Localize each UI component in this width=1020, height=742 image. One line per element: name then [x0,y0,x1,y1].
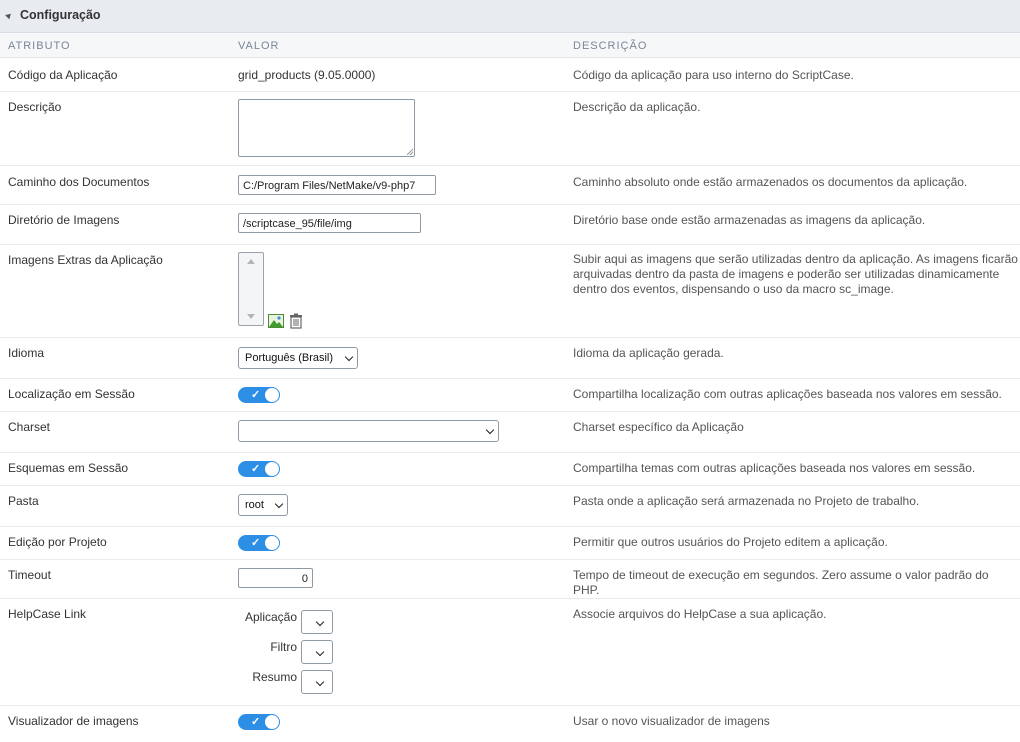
desc-descricao: Descrição da aplicação. [573,100,701,114]
helpcase-resumo-select[interactable] [301,670,333,694]
row-diretorio: Diretório de Imagens /scriptcase_95/file… [0,205,1020,245]
row-caminho: Caminho dos Documentos C:/Program Files/… [0,166,1020,205]
scroll-up-icon[interactable] [247,259,255,264]
desc-visualizador: Usar o novo visualizador de imagens [573,714,770,728]
desc-codigo: Código da aplicação para uso interno do … [573,68,854,82]
chevron-down-icon [274,499,284,509]
checkmark-icon: ✓ [251,537,261,549]
desc-idioma: Idioma da aplicação gerada. [573,346,724,360]
checkmark-icon: ✓ [251,463,261,475]
column-description: DESCRIÇÃO [573,40,648,52]
helpcase-filtro-select[interactable] [301,640,333,664]
chevron-down-icon [315,647,325,657]
row-charset: Charset Charset específico da Aplicação [0,412,1020,453]
desc-caminho: Caminho absoluto onde estão armazenados … [573,175,968,189]
label-charset: Charset [8,420,51,434]
row-localizacao: Localização em Sessão ✓ Compartilha loca… [0,379,1020,412]
helpcase-aplicacao-label: Aplicação [244,610,297,624]
row-edicao: Edição por Projeto ✓ Permitir que outros… [0,527,1020,560]
desc-helpcase: Associe arquivos do HelpCase a sua aplic… [573,607,827,621]
row-pasta: Pasta root Pasta onde a aplicação será a… [0,486,1020,527]
toggle-knob [265,536,279,550]
pasta-select[interactable]: root [238,494,288,516]
label-caminho: Caminho dos Documentos [8,175,150,189]
desc-edicao: Permitir que outros usuários do Projeto … [573,535,888,549]
chevron-down-icon [485,425,495,435]
label-visualizador: Visualizador de imagens [8,714,139,728]
label-esquemas: Esquemas em Sessão [8,461,129,475]
esquemas-toggle[interactable]: ✓ [238,461,280,477]
desc-imagens-line2: arquivadas dentro da pasta de imagens e … [573,267,1000,281]
section-header[interactable]: Configuração [0,0,1020,33]
image-add-icon[interactable] [268,314,284,328]
label-descricao: Descrição [8,100,62,114]
label-codigo: Código da Aplicação [8,68,118,82]
toggle-knob [265,715,279,729]
value-codigo: grid_products (9.05.0000) [238,68,376,82]
label-edicao: Edição por Projeto [8,535,107,549]
chevron-down-icon [315,677,325,687]
desc-imagens: Subir aqui as imagens que serão utilizad… [573,252,1018,297]
checkmark-icon: ✓ [251,716,261,728]
desc-pasta: Pasta onde a aplicação será armazenada n… [573,494,920,508]
toggle-knob [265,388,279,402]
idioma-select[interactable]: Português (Brasil) [238,347,358,369]
descricao-textarea[interactable] [238,99,415,157]
row-descricao: Descrição Descrição da aplicação. [0,92,1020,166]
helpcase-resumo-label: Resumo [252,670,297,684]
row-timeout: Timeout 0 Tempo de timeout de execução e… [0,560,1020,599]
localizacao-toggle[interactable]: ✓ [238,387,280,403]
label-timeout: Timeout [8,568,51,582]
desc-timeout: Tempo de timeout de execução em segundos… [573,568,989,597]
desc-esquemas: Compartilha temas com outras aplicações … [573,461,976,475]
edicao-toggle[interactable]: ✓ [238,535,280,551]
label-idioma: Idioma [8,346,45,360]
desc-imagens-line1: Subir aqui as imagens que serão utilizad… [573,252,1018,266]
column-value: VALOR [238,40,280,52]
label-pasta: Pasta [8,494,39,508]
trash-icon[interactable] [288,313,304,329]
row-imagens: Imagens Extras da Aplicação Subir aqui a… [0,245,1020,338]
row-idioma: Idioma Português (Brasil) Idioma da apli… [0,338,1020,379]
row-visualizador: Visualizador de imagens ✓ Usar o novo vi… [0,706,1020,742]
idioma-selected: Português (Brasil) [245,352,334,364]
helpcase-aplicacao-select[interactable] [301,610,333,634]
pasta-selected: root [245,499,264,511]
resize-grip-icon[interactable] [407,149,413,155]
collapse-triangle-icon[interactable] [5,11,13,20]
row-esquemas: Esquemas em Sessão ✓ Compartilha temas c… [0,453,1020,486]
helpcase-filtro-label: Filtro [270,640,297,654]
column-header-row: ATRIBUTO VALOR DESCRIÇÃO [0,33,1020,58]
imagens-listbox[interactable] [238,252,264,326]
timeout-input[interactable]: 0 [238,568,313,588]
desc-diretorio: Diretório base onde estão armazenadas as… [573,213,926,227]
row-codigo: Código da Aplicação grid_products (9.05.… [0,58,1020,92]
toggle-knob [265,462,279,476]
section-title: Configuração [20,8,101,22]
label-imagens: Imagens Extras da Aplicação [8,253,163,267]
checkmark-icon: ✓ [251,389,261,401]
label-diretorio: Diretório de Imagens [8,213,120,227]
desc-charset: Charset específico da Aplicação [573,420,744,434]
visualizador-toggle[interactable]: ✓ [238,714,280,730]
column-attribute: ATRIBUTO [8,40,71,52]
label-helpcase: HelpCase Link [8,607,87,621]
label-localizacao: Localização em Sessão [8,387,135,401]
row-helpcase: HelpCase Link Aplicação Filtro Resumo As… [0,599,1020,706]
desc-imagens-line3: dentro dos eventos, dispensando o uso da… [573,282,894,296]
desc-localizacao: Compartilha localização com outras aplic… [573,387,1002,401]
diretorio-input[interactable]: /scriptcase_95/file/img [238,213,421,233]
chevron-down-icon [344,352,354,362]
scroll-down-icon[interactable] [247,314,255,319]
charset-select[interactable] [238,420,499,442]
caminho-input[interactable]: C:/Program Files/NetMake/v9-php7 [238,175,436,195]
chevron-down-icon [315,617,325,627]
